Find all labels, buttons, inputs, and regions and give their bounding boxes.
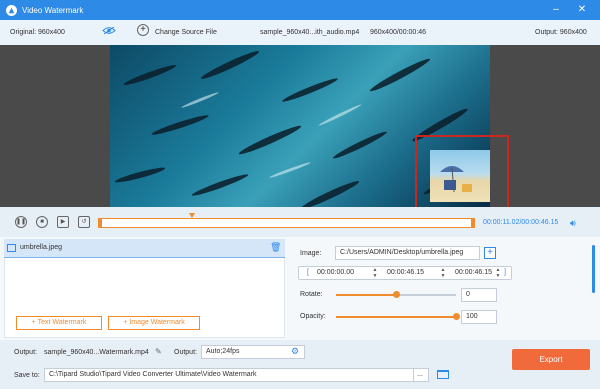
image-label: Image: bbox=[300, 250, 322, 257]
next-frame-icon[interactable]: ▶ bbox=[57, 216, 69, 228]
rotate-slider-fill bbox=[336, 294, 396, 296]
original-resolution: Original: 960x400 bbox=[10, 29, 65, 36]
close-icon[interactable]: ✕ bbox=[574, 2, 590, 18]
save-to-label: Save to: bbox=[14, 372, 40, 379]
output-filename: sample_960x40...Watermark.mp4 bbox=[44, 349, 149, 356]
volume-icon[interactable]: 🔊︎ bbox=[570, 218, 576, 229]
settings-scrollbar[interactable] bbox=[592, 245, 595, 293]
add-image-button[interactable]: + bbox=[484, 247, 496, 259]
output-label: Output: bbox=[14, 349, 37, 356]
source-filename: sample_960x40...ith_audio.mp4 bbox=[260, 29, 360, 36]
gear-icon[interactable]: ⚙ bbox=[291, 346, 299, 357]
title-bar: Video Watermark bbox=[0, 0, 600, 20]
source-resolution-duration: 960x400/00:00:46 bbox=[370, 29, 427, 36]
opacity-slider-knob[interactable] bbox=[453, 313, 460, 320]
rotate-input[interactable]: 0 bbox=[461, 288, 497, 302]
opacity-input[interactable]: 100 bbox=[461, 310, 497, 324]
time-display: 00:00:11.02/00:00:46.15 bbox=[483, 219, 559, 226]
stop-icon[interactable]: ■ bbox=[36, 216, 48, 228]
eye-icon[interactable] bbox=[102, 26, 116, 37]
bracket-start-icon[interactable]: [ bbox=[307, 267, 309, 279]
opacity-label: Opacity: bbox=[300, 313, 326, 320]
edit-icon[interactable]: ✎ bbox=[155, 347, 162, 356]
output-format-label: Output: bbox=[174, 349, 197, 356]
timeline-bar[interactable] bbox=[98, 213, 475, 228]
time-range-field: [ 00:00:00.00 ▲ ▼ 00:00:46.15 ▲ ▼ 00:00:46… bbox=[298, 266, 512, 280]
export-button[interactable]: Export bbox=[512, 349, 590, 370]
time-end-input[interactable]: 00:00:46.15 bbox=[387, 267, 424, 279]
browse-button[interactable]: ... bbox=[413, 368, 429, 382]
list-item[interactable]: umbrella.jpeg 🗑︎ bbox=[4, 239, 285, 258]
output-resolution: Output: 960x400 bbox=[535, 29, 587, 36]
time-duration-input[interactable]: 00:00:46.15 bbox=[455, 267, 492, 279]
trash-icon[interactable]: 🗑︎ bbox=[270, 242, 281, 253]
app-logo-icon bbox=[6, 4, 17, 16]
bracket-end-icon[interactable]: ] bbox=[504, 267, 506, 279]
time-start-stepper[interactable]: ▲ ▼ bbox=[371, 267, 379, 279]
rotate-slider-knob[interactable] bbox=[393, 291, 400, 298]
playhead-marker[interactable] bbox=[189, 213, 195, 218]
trim-start-handle[interactable] bbox=[98, 218, 102, 228]
opacity-slider-track[interactable] bbox=[336, 316, 456, 318]
watermark-item-name: umbrella.jpeg bbox=[20, 244, 63, 251]
time-start-input[interactable]: 00:00:00.00 bbox=[317, 267, 354, 279]
add-source-icon[interactable]: + bbox=[137, 24, 149, 36]
add-image-watermark-button[interactable]: + Image Watermark bbox=[108, 316, 200, 330]
minimize-icon[interactable]: – bbox=[548, 2, 564, 18]
window-title: Video Watermark bbox=[22, 5, 84, 15]
info-bar: Original: 960x400 + Change Source File s… bbox=[0, 20, 600, 45]
time-end-stepper[interactable]: ▲ ▼ bbox=[439, 267, 447, 279]
image-file-icon bbox=[7, 244, 16, 252]
output-format-select[interactable]: Auto;24fps bbox=[201, 345, 305, 359]
add-text-watermark-button[interactable]: + Text Watermark bbox=[16, 316, 102, 330]
trim-end-handle[interactable] bbox=[471, 218, 475, 228]
save-path-field[interactable]: C:\Tipard Studio\Tipard Video Converter … bbox=[44, 368, 429, 382]
change-source-button[interactable]: Change Source File bbox=[155, 29, 217, 36]
folder-icon[interactable] bbox=[437, 370, 449, 379]
image-path-field[interactable]: C:/Users/ADMIN/Desktop/umbrella.jpeg bbox=[335, 246, 480, 260]
opacity-slider-fill bbox=[336, 316, 456, 318]
rotate-label: Rotate: bbox=[300, 291, 323, 298]
loop-icon[interactable]: ↺ bbox=[78, 216, 90, 228]
time-duration-stepper[interactable]: ▲ ▼ bbox=[494, 267, 502, 279]
pause-icon[interactable]: ❚❚ bbox=[15, 216, 27, 228]
